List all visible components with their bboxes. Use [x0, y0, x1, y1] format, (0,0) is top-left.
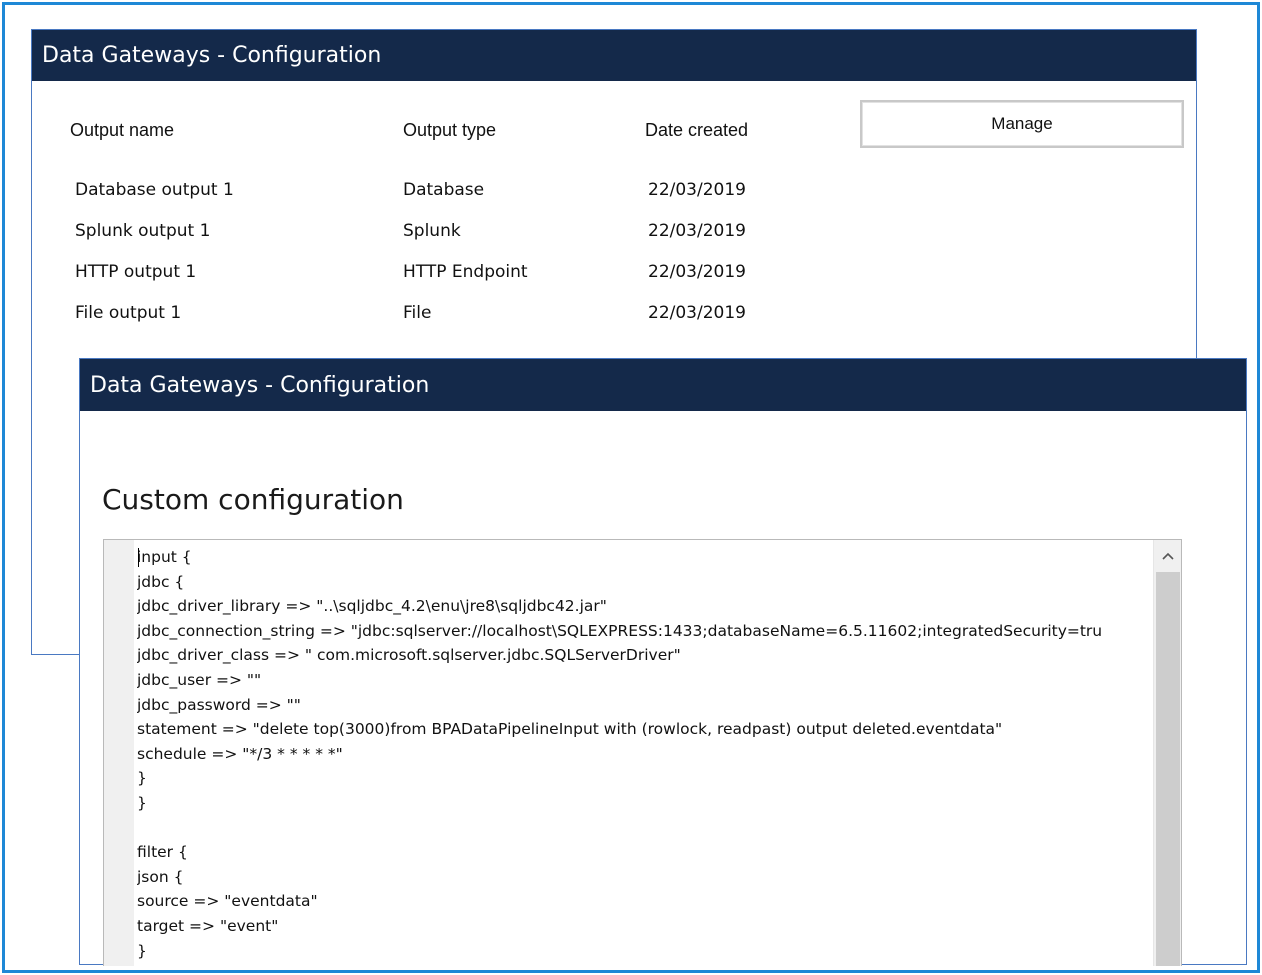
- code-line: }: [137, 793, 147, 812]
- column-header-date-created: Date created: [645, 120, 749, 140]
- front-window-title: Data Gateways - Configuration: [90, 372, 430, 398]
- output-row[interactable]: Database output 1 Database 22/03/2019: [32, 180, 932, 210]
- chevron-up-icon[interactable]: [1154, 540, 1181, 572]
- code-line: }: [137, 769, 147, 788]
- output-row[interactable]: File output 1 File 22/03/2019: [32, 303, 932, 333]
- code-line: jdbc_driver_class => " com.microsoft.sql…: [137, 646, 681, 665]
- code-line: jdbc {: [137, 572, 185, 591]
- date-created-cell: 22/03/2019: [648, 303, 746, 323]
- column-header-output-name: Output name: [70, 120, 175, 140]
- code-line: input {: [137, 548, 192, 566]
- date-created-cell: 22/03/2019: [648, 221, 746, 241]
- code-line: target => "event": [137, 916, 279, 935]
- config-code-text[interactable]: input { jdbc { jdbc_driver_library => "..\…: [137, 545, 1151, 966]
- code-line: jdbc_password => "": [137, 695, 301, 714]
- code-line: source => "eventdata": [137, 892, 318, 911]
- output-row[interactable]: HTTP output 1 HTTP Endpoint 22/03/2019: [32, 262, 932, 292]
- code-line: statement => "delete top(3000)from BPADa…: [137, 720, 1003, 739]
- code-line: filter {: [137, 843, 188, 862]
- custom-config-editor[interactable]: input { jdbc { jdbc_driver_library => "..\…: [103, 539, 1182, 966]
- vertical-scrollbar[interactable]: [1153, 540, 1181, 966]
- code-line: }: [137, 941, 147, 960]
- output-name-cell: Database output 1: [75, 180, 234, 200]
- output-type-cell: HTTP Endpoint: [403, 262, 528, 282]
- date-created-cell: 22/03/2019: [648, 262, 746, 282]
- output-name-cell: File output 1: [75, 303, 182, 323]
- text-caret: [138, 548, 139, 567]
- column-header-output-type: Output type: [403, 120, 497, 140]
- front-config-window: Data Gateways - Configuration Custom con…: [79, 358, 1247, 966]
- code-line: json {: [137, 867, 184, 886]
- output-type-cell: File: [403, 303, 432, 323]
- output-type-cell: Database: [403, 180, 485, 200]
- editor-gutter: [104, 540, 134, 966]
- output-type-cell: Splunk: [403, 221, 461, 241]
- output-name-cell: HTTP output 1: [75, 262, 197, 282]
- back-window-title: Data Gateways - Configuration: [42, 43, 382, 68]
- back-window-titlebar: Data Gateways - Configuration: [32, 30, 1196, 81]
- date-created-cell: 22/03/2019: [648, 180, 746, 200]
- custom-configuration-heading: Custom configuration: [102, 483, 404, 516]
- code-line: jdbc_driver_library => "..\sqljdbc_4.2\e…: [137, 597, 607, 616]
- code-line: jdbc_connection_string => "jdbc:sqlserve…: [137, 621, 1103, 640]
- manage-button[interactable]: Manage: [860, 100, 1184, 148]
- output-name-cell: Splunk output 1: [75, 221, 211, 241]
- screenshot-frame: Data Gateways - Configuration Output nam…: [2, 2, 1260, 973]
- scrollbar-thumb[interactable]: [1156, 572, 1180, 966]
- output-row[interactable]: Splunk output 1 Splunk 22/03/2019: [32, 221, 932, 251]
- code-line: schedule => "*/3 * * * * *": [137, 744, 343, 763]
- code-line: jdbc_user => "": [137, 670, 262, 689]
- front-window-titlebar: Data Gateways - Configuration: [80, 359, 1246, 411]
